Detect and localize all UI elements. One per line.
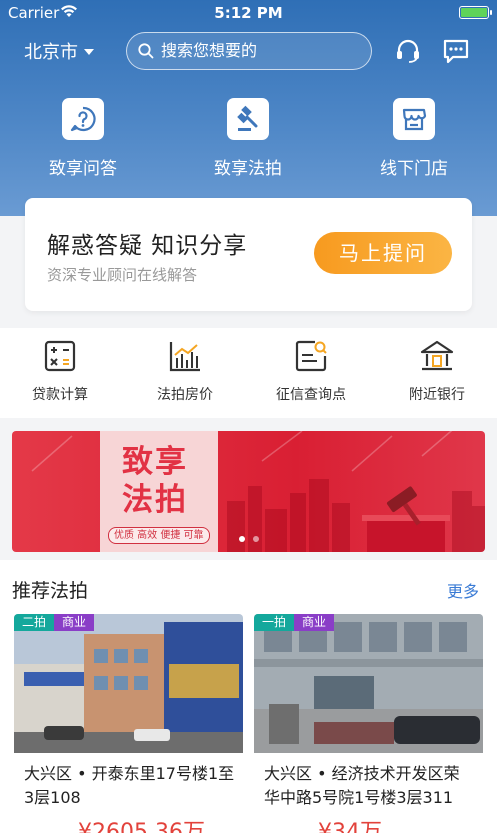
listing-photo [254, 614, 483, 753]
top-bar: 北京市 搜索您想要的 [0, 32, 497, 70]
tool-label: 附近银行 [409, 387, 465, 403]
banner-title-line: 致享 [122, 444, 188, 480]
more-link[interactable]: 更多 [447, 578, 479, 602]
city-selector[interactable]: 北京市 [24, 38, 94, 64]
tool-grid: 贷款计算 法拍房价 征信查询点 附近银行 [0, 328, 497, 418]
tool-nearby-banks[interactable]: 附近银行 [382, 338, 492, 404]
status-bar: Carrier 5:12 PM [0, 0, 497, 26]
carousel-dot[interactable] [252, 536, 259, 542]
tool-label: 贷款计算 [32, 387, 88, 403]
quick-link-label: 致享法拍 [214, 159, 282, 179]
carousel-dot[interactable] [238, 536, 245, 542]
search-input[interactable]: 搜索您想要的 [126, 32, 372, 70]
ask-now-button[interactable]: 马上提问 [314, 232, 452, 274]
bank-icon [419, 338, 455, 374]
quick-link-stores[interactable]: 线下门店 [354, 98, 474, 179]
listing-card[interactable]: 一拍 商业 大兴区 • 经济技术开发区荣华中路5号院1号楼3层311 ¥34万 [254, 614, 483, 833]
message-icon[interactable] [441, 36, 471, 66]
section-title: 推荐法拍 [12, 580, 89, 602]
property-type-badge: 商业 [54, 614, 95, 631]
quick-link-label: 线下门店 [380, 159, 448, 179]
banner-title: 致享 法拍 [122, 443, 188, 519]
property-type-badge: 商业 [294, 614, 335, 631]
header-background: Carrier 5:12 PM 北京市 搜索您想要的 致享问答 致享法拍 线下门… [0, 0, 497, 216]
ask-card-subtitle: 资深专业顾问在线解答 [47, 266, 198, 284]
battery-icon [459, 6, 492, 19]
quick-link-auction[interactable]: 致享法拍 [188, 98, 308, 179]
listing-price: ¥2605.36万 [78, 820, 205, 833]
gavel-icon [227, 98, 269, 140]
search-placeholder: 搜索您想要的 [161, 41, 258, 60]
banner-title-line: 法拍 [122, 482, 188, 518]
auction-round-badge: 二拍 [14, 614, 55, 631]
promo-banner[interactable]: 致享 法拍 优质 高效 便捷 可靠 [12, 431, 485, 552]
credit-search-icon [293, 338, 329, 374]
question-icon [62, 98, 104, 140]
listing-tags: 二拍 商业 [14, 614, 95, 631]
calculator-icon [42, 338, 78, 374]
carousel-indicator [12, 527, 485, 546]
city-label: 北京市 [24, 42, 78, 63]
listing-price: ¥34万 [318, 820, 382, 833]
recommended-section: 推荐法拍 更多 二拍 商业 大兴区 • 开泰东里17号楼1至3层108 ¥260… [0, 560, 497, 833]
chevron-down-icon [84, 49, 94, 55]
quick-links: 致享问答 致享法拍 线下门店 [0, 98, 497, 188]
tool-auction-prices[interactable]: 法拍房价 [130, 338, 240, 404]
listing-address: 大兴区 • 开泰东里17号楼1至3层108 [24, 764, 235, 807]
listing-tags: 一拍 商业 [254, 614, 335, 631]
listing-card[interactable]: 二拍 商业 大兴区 • 开泰东里17号楼1至3层108 ¥2605.36万 [14, 614, 243, 833]
tool-credit-query[interactable]: 征信查询点 [256, 338, 366, 404]
quick-link-qa[interactable]: 致享问答 [23, 98, 143, 179]
store-icon [393, 98, 435, 140]
tool-label: 法拍房价 [157, 387, 213, 403]
app-screen: Carrier 5:12 PM 北京市 搜索您想要的 致享问答 致享法拍 线下门… [0, 0, 497, 833]
listing-photo [14, 614, 243, 753]
tool-label: 征信查询点 [276, 387, 346, 403]
ask-card-title: 解惑答疑 知识分享 [47, 233, 248, 259]
clock: 5:12 PM [214, 4, 283, 22]
search-icon [138, 43, 154, 59]
tool-loan-calculator[interactable]: 贷款计算 [5, 338, 115, 404]
auction-round-badge: 一拍 [254, 614, 295, 631]
quick-link-label: 致享问答 [49, 159, 117, 179]
chart-icon [167, 338, 203, 374]
listing-address: 大兴区 • 经济技术开发区荣华中路5号院1号楼3层311 [264, 764, 460, 807]
headset-icon[interactable] [393, 36, 423, 66]
ask-card: 解惑答疑 知识分享 资深专业顾问在线解答 马上提问 [25, 198, 472, 311]
